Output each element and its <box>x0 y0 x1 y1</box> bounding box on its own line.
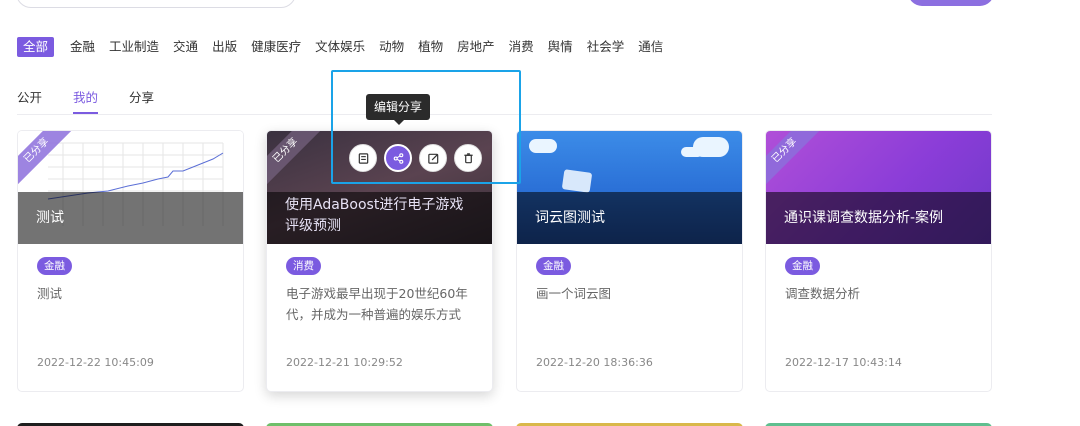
project-card[interactable]: 已分享 通识课调查数据分析-案例 金融 调查数据分析 2022-12-17 10… <box>765 130 992 392</box>
shared-ribbon: 已分享 <box>267 131 325 190</box>
card-thumbnail: 已分享 通识课调查数据分析-案例 <box>766 131 991 244</box>
category-real-estate[interactable]: 房地产 <box>457 37 495 57</box>
category-publishing[interactable]: 出版 <box>212 37 237 57</box>
download-icon[interactable] <box>349 144 377 172</box>
category-tag: 金融 <box>37 257 72 275</box>
card-title: 词云图测试 <box>517 192 742 244</box>
view-tabs: 公开 我的 分享 <box>17 89 185 114</box>
card-date: 2022-12-20 18:36:36 <box>536 356 653 369</box>
card-description: 画一个词云图 <box>536 286 612 301</box>
card-date: 2022-12-21 10:29:52 <box>286 356 403 369</box>
share-tooltip: 编辑分享 <box>366 94 431 125</box>
category-tag: 金融 <box>536 257 571 275</box>
create-button[interactable] <box>908 0 994 6</box>
card-title: 使用AdaBoost进行电子游戏评级预测 <box>267 192 492 244</box>
category-consumption[interactable]: 消费 <box>509 37 534 57</box>
shared-ribbon: 已分享 <box>766 131 824 190</box>
project-card[interactable]: 词云图测试 金融 画一个词云图 2022-12-20 18:36:36 <box>516 130 743 392</box>
tab-shared[interactable]: 分享 <box>129 89 154 107</box>
card-actions <box>349 144 482 172</box>
card-thumbnail: 已分享 测试 <box>18 131 243 244</box>
category-tag: 金融 <box>785 257 820 275</box>
scroll-icon <box>561 169 593 193</box>
card-title: 测试 <box>18 192 243 244</box>
category-all[interactable]: 全部 <box>17 37 55 57</box>
category-sociology[interactable]: 社会学 <box>587 37 625 57</box>
tab-mine[interactable]: 我的 <box>73 89 99 114</box>
category-finance[interactable]: 金融 <box>70 37 95 57</box>
share-icon[interactable] <box>384 144 412 172</box>
delete-icon[interactable] <box>454 144 482 172</box>
cloud-icon <box>529 139 557 153</box>
card-thumbnail: 词云图测试 <box>517 131 742 244</box>
category-public-opinion[interactable]: 舆情 <box>548 37 573 57</box>
card-description: 调查数据分析 <box>785 286 861 301</box>
category-tag: 消费 <box>286 257 321 275</box>
card-title: 通识课调查数据分析-案例 <box>766 192 991 244</box>
card-date: 2022-12-22 10:45:09 <box>37 356 154 369</box>
tab-public[interactable]: 公开 <box>17 89 42 107</box>
cloud-icon <box>681 147 703 157</box>
card-description: 电子游戏最早出现于20世纪60年代，并成为一种普遍的娱乐方式 <box>286 286 468 322</box>
category-healthcare[interactable]: 健康医疗 <box>251 37 301 57</box>
category-industrial[interactable]: 工业制造 <box>109 37 159 57</box>
category-animals[interactable]: 动物 <box>379 37 404 57</box>
card-description: 测试 <box>37 286 63 301</box>
category-plants[interactable]: 植物 <box>418 37 443 57</box>
category-entertainment[interactable]: 文体娱乐 <box>315 37 365 57</box>
card-date: 2022-12-17 10:43:14 <box>785 356 902 369</box>
project-card[interactable]: 已分享 测试 金融 测试 2022-12-22 10:45:09 <box>17 130 244 392</box>
edit-icon[interactable] <box>419 144 447 172</box>
category-telecom[interactable]: 通信 <box>638 37 663 57</box>
tabs-divider <box>17 114 992 115</box>
category-transport[interactable]: 交通 <box>173 37 198 57</box>
search-input[interactable] <box>16 0 296 8</box>
category-filter-bar: 全部 金融 工业制造 交通 出版 健康医疗 文体娱乐 动物 植物 房地产 消费 … <box>17 37 677 57</box>
